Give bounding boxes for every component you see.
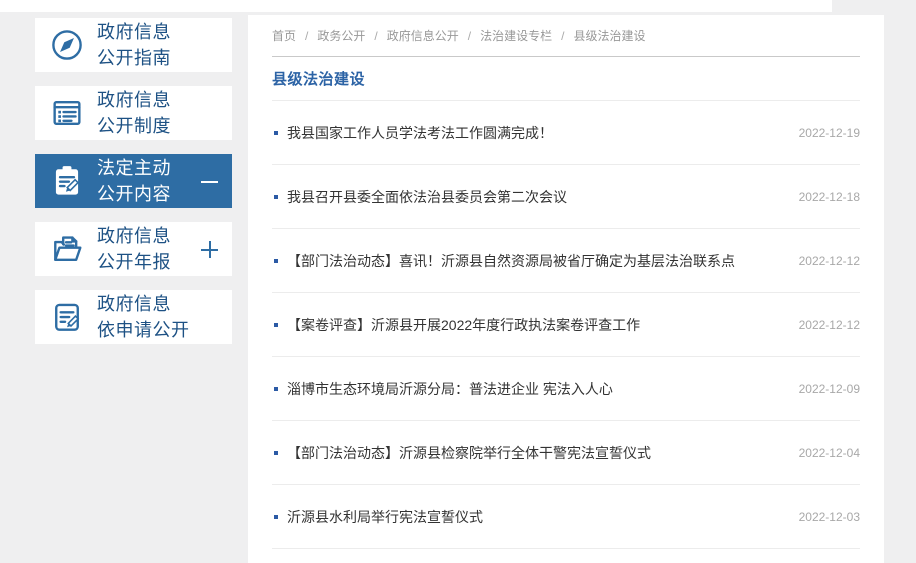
article-link[interactable]: 淄博市生态环境局沂源分局：普法进企业 宪法入人心: [287, 379, 785, 399]
folder-document-icon: [54, 236, 82, 261]
article-link[interactable]: 【部门法治动态】沂源县检察院举行全体干警宪法宣誓仪式: [287, 443, 785, 463]
article-list: 我县国家工作人员学法考法工作圆满完成！ 2022-12-19 我县召开县委全面依…: [272, 101, 860, 549]
document-pen-icon: [55, 303, 80, 331]
article-link[interactable]: 我县国家工作人员学法考法工作圆满完成！: [287, 123, 785, 143]
list-item[interactable]: 沂源县水利局举行宪法宣誓仪式 2022-12-03: [272, 485, 860, 549]
article-date: 2022-12-03: [798, 509, 860, 524]
breadcrumb-separator-icon: /: [374, 28, 378, 43]
article-date: 2022-12-19: [798, 125, 860, 140]
list-item[interactable]: 【案卷评查】沂源县开展2022年度行政执法案卷评查工作 2022-12-12: [272, 293, 860, 357]
sidebar-item-label: 政府信息 公开年报: [97, 226, 171, 272]
sidebar: 政府信息 公开指南 政府信息 公开制度 法定主动 公开内容 政府信息 公开年报 …: [35, 18, 232, 358]
page-title: 县级法治建设: [272, 71, 366, 88]
compass-icon: [52, 30, 82, 60]
section-title-row: 县级法治建设: [272, 57, 860, 101]
sidebar-item-statutory-disclosure[interactable]: 法定主动 公开内容: [35, 154, 232, 208]
article-date: 2022-12-18: [798, 189, 860, 204]
sidebar-item-disclosure-guide[interactable]: 政府信息 公开指南: [35, 18, 232, 72]
article-link[interactable]: 我县召开县委全面依法治县委员会第二次会议: [287, 187, 785, 207]
bullet-icon: [274, 322, 278, 327]
list-item[interactable]: 【部门法治动态】喜讯！沂源县自然资源局被省厅确定为基层法治联系点 2022-12…: [272, 229, 860, 293]
list-item[interactable]: 我县国家工作人员学法考法工作圆满完成！ 2022-12-19: [272, 101, 860, 165]
sidebar-item-label: 政府信息 依申请公开: [97, 294, 190, 340]
breadcrumb-separator-icon: /: [467, 28, 472, 43]
sidebar-item-label: 政府信息 公开制度: [97, 90, 171, 136]
list-item[interactable]: 【部门法治动态】沂源县检察院举行全体干警宪法宣誓仪式 2022-12-04: [272, 421, 860, 485]
expand-icon[interactable]: [201, 241, 218, 258]
breadcrumb-link[interactable]: 县级法治建设: [573, 27, 645, 44]
breadcrumb-separator-icon: /: [305, 28, 309, 43]
list-item[interactable]: 淄博市生态环境局沂源分局：普法进企业 宪法入人心 2022-12-09: [272, 357, 860, 421]
article-link[interactable]: 沂源县水利局举行宪法宣誓仪式: [287, 507, 785, 527]
clipboard-pen-icon: [55, 166, 80, 195]
article-date: 2022-12-12: [798, 317, 860, 332]
article-date: 2022-12-04: [798, 445, 860, 460]
article-link[interactable]: 【部门法治动态】喜讯！沂源县自然资源局被省厅确定为基层法治联系点: [287, 251, 785, 271]
bullet-icon: [274, 194, 278, 199]
bullet-icon: [274, 450, 278, 455]
sidebar-item-label: 政府信息 公开指南: [97, 22, 171, 68]
main-panel: 首页 / 政务公开 / 政府信息公开 / 法治建设专栏 / 县级法治建设 县级法…: [248, 15, 884, 563]
article-link[interactable]: 【案卷评查】沂源县开展2022年度行政执法案卷评查工作: [287, 315, 785, 335]
breadcrumb-link[interactable]: 政务公开: [317, 27, 365, 44]
bullet-icon: [274, 514, 278, 519]
breadcrumb-link[interactable]: 政府信息公开: [387, 27, 459, 44]
breadcrumb: 首页 / 政务公开 / 政府信息公开 / 法治建设专栏 / 县级法治建设: [272, 15, 860, 57]
bullet-icon: [274, 258, 278, 263]
bullet-icon: [274, 130, 278, 135]
article-date: 2022-12-12: [798, 253, 860, 268]
sidebar-item-annual-report[interactable]: 政府信息 公开年报: [35, 222, 232, 276]
collapse-icon[interactable]: [201, 173, 218, 190]
article-date: 2022-12-09: [798, 381, 860, 396]
breadcrumb-link[interactable]: 法治建设专栏: [480, 27, 552, 44]
breadcrumb-link[interactable]: 首页: [272, 27, 296, 44]
list-item[interactable]: 我县召开县委全面依法治县委员会第二次会议 2022-12-18: [272, 165, 860, 229]
bullet-icon: [274, 386, 278, 391]
breadcrumb-separator-icon: /: [561, 28, 565, 43]
sidebar-item-label: 法定主动 公开内容: [97, 158, 171, 204]
list-document-icon: [53, 101, 81, 125]
page-top-strip: [0, 0, 832, 12]
sidebar-item-disclosure-on-request[interactable]: 政府信息 依申请公开: [35, 290, 232, 344]
sidebar-item-disclosure-system[interactable]: 政府信息 公开制度: [35, 86, 232, 140]
